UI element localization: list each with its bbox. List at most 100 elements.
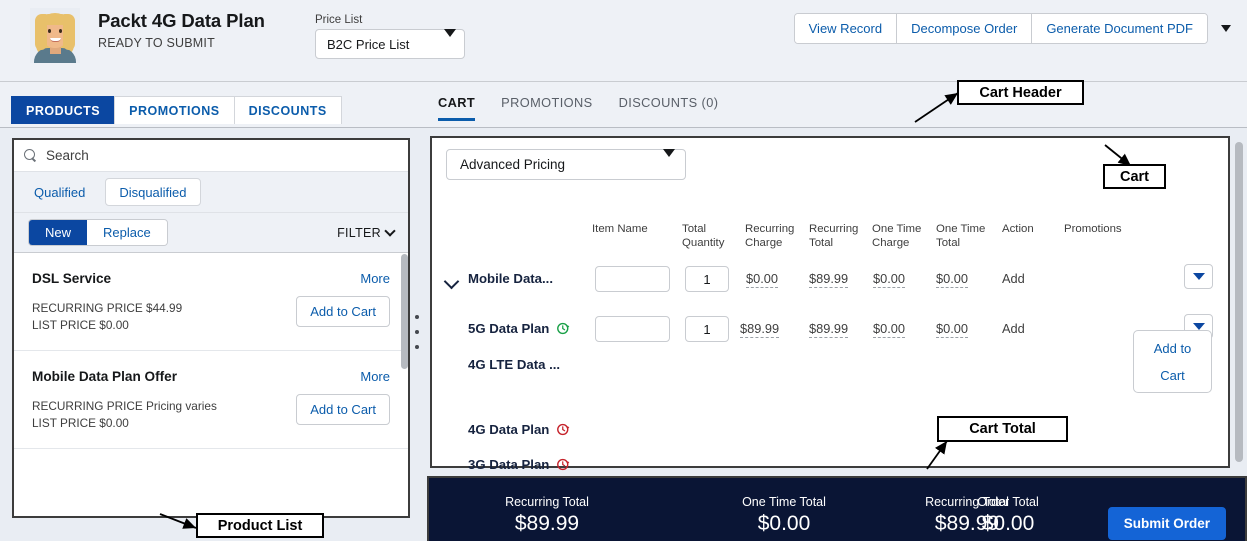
page-title: Packt 4G Data Plan <box>98 10 265 31</box>
cart-item-name: 5G Data Plan <box>468 321 571 336</box>
product-list-scrollbar[interactable] <box>401 254 408 369</box>
search-placeholder: Search <box>46 148 89 163</box>
list-item[interactable]: Mobile Data Plan Offer More RECURRING PR… <box>14 351 408 449</box>
recurring-green-icon <box>557 322 570 335</box>
qualification-filter-row: Qualified Disqualified <box>14 172 408 213</box>
column-header-recurring-total: Recurring Total <box>809 223 859 249</box>
price-list-field: Price List B2C Price List <box>315 14 465 59</box>
tab-products[interactable]: PRODUCTS <box>11 96 115 124</box>
header-action-buttons: View Record Decompose Order Generate Doc… <box>793 13 1208 44</box>
order-recurring-total: Recurring Total $89.99 <box>505 495 589 535</box>
row-action-label[interactable]: Add <box>1002 271 1025 286</box>
annotation-cart-total: Cart Total <box>937 416 1068 442</box>
order-total: Order Total $0.00 <box>977 495 1039 535</box>
item-name-input[interactable] <box>595 266 670 292</box>
cart-item-name: Mobile Data... <box>468 271 553 286</box>
one-time-charge-value[interactable]: $0.00 <box>873 271 906 288</box>
product-name: Mobile Data Plan Offer <box>32 369 178 384</box>
one-time-charge-value[interactable]: $0.00 <box>873 321 906 338</box>
generate-document-pdf-button[interactable]: Generate Document PDF <box>1032 14 1207 43</box>
cart-item-name: 4G LTE Data ... <box>468 357 561 372</box>
replace-button[interactable]: Replace <box>87 220 167 245</box>
cart-scrollbar[interactable] <box>1235 142 1243 462</box>
pricing-mode-select[interactable]: Advanced Pricing <box>446 149 686 180</box>
price-list-value: B2C Price List <box>327 36 410 52</box>
column-header-one-time-total: One Time Total <box>936 223 986 249</box>
tab-cart[interactable]: CART <box>438 95 476 121</box>
title-block: Packt 4G Data Plan READY TO SUBMIT <box>98 5 265 50</box>
disqualified-toggle[interactable]: Disqualified <box>105 178 201 206</box>
annotation-product-list: Product List <box>196 513 324 538</box>
column-header-recurring-charge: Recurring Charge <box>745 223 795 249</box>
recurring-total-value[interactable]: $89.99 <box>809 271 849 288</box>
tab-discounts-cart[interactable]: DISCOUNTS (0) <box>619 95 719 121</box>
product-list-price: LIST PRICE $0.00 <box>32 416 129 430</box>
annotation-cart: Cart <box>1103 164 1166 189</box>
recurring-charge-value[interactable]: $0.00 <box>746 271 779 288</box>
recurring-red-icon <box>557 423 570 436</box>
chevron-down-icon <box>1192 323 1205 330</box>
item-name-input[interactable] <box>595 316 670 342</box>
product-more-link[interactable]: More <box>360 271 390 286</box>
annotation-cart-header: Cart Header <box>957 80 1084 105</box>
product-list-price: LIST PRICE $0.00 <box>32 318 129 332</box>
tab-discounts-left[interactable]: DISCOUNTS <box>233 96 342 124</box>
product-recurring-price: RECURRING PRICE Pricing varies <box>32 399 217 413</box>
one-time-total: One Time Total $0.00 <box>742 495 826 535</box>
recurring-charge-value[interactable]: $89.99 <box>740 321 780 338</box>
add-to-cart-button[interactable]: Add to Cart <box>296 394 390 425</box>
order-capture-screen: Packt 4G Data Plan READY TO SUBMIT Price… <box>0 0 1247 541</box>
cart-panel-tabs: CART PROMOTIONS DISCOUNTS (0) <box>438 95 718 121</box>
add-to-cart-button[interactable]: Add to Cart <box>296 296 390 327</box>
one-time-total-value[interactable]: $0.00 <box>936 321 969 338</box>
chevron-down-icon <box>663 149 675 172</box>
row-action-label[interactable]: Add <box>1002 321 1025 336</box>
filter-button[interactable]: FILTER <box>337 224 396 240</box>
column-header-total-quantity: Total Quantity <box>682 223 725 249</box>
decompose-order-button[interactable]: Decompose Order <box>897 14 1033 43</box>
promotions-dropdown-button[interactable] <box>1184 264 1213 289</box>
chevron-down-icon <box>1221 25 1231 32</box>
mode-filter-row: New Replace FILTER <box>14 213 408 253</box>
product-recurring-price: RECURRING PRICE $44.99 <box>32 301 183 315</box>
qualified-toggle[interactable]: Qualified <box>28 185 91 200</box>
recurring-total-value[interactable]: $89.99 <box>809 321 849 338</box>
new-replace-segmented-control: New Replace <box>28 219 168 246</box>
column-header-one-time-charge: One Time Charge <box>872 223 922 249</box>
one-time-total-value[interactable]: $0.00 <box>936 271 969 288</box>
cart-add-to-cart-button[interactable]: Add to Cart <box>1133 330 1212 393</box>
header-more-actions-button[interactable] <box>1213 13 1239 44</box>
search-input[interactable]: Search <box>14 140 408 172</box>
pricing-mode-value: Advanced Pricing <box>460 157 566 172</box>
add-to-cart-line1: Add to <box>1153 340 1192 356</box>
product-prices: RECURRING PRICE Pricing varies LIST PRIC… <box>32 398 217 432</box>
cart-total-bar: Recurring Total $89.99 One Time Total $0… <box>427 476 1247 541</box>
product-panel-tabs: PRODUCTS PROMOTIONS DISCOUNTS <box>11 96 342 124</box>
quantity-input[interactable]: 1 <box>685 316 729 342</box>
chevron-down-icon <box>1192 273 1205 280</box>
record-header: Packt 4G Data Plan READY TO SUBMIT Price… <box>0 0 1247 82</box>
tab-promotions-cart[interactable]: PROMOTIONS <box>501 95 592 121</box>
product-list-panel: Search Qualified Disqualified New Replac… <box>12 138 410 518</box>
expand-row-icon[interactable] <box>443 273 460 290</box>
product-prices: RECURRING PRICE $44.99 LIST PRICE $0.00 <box>32 300 182 334</box>
price-list-select[interactable]: B2C Price List <box>315 28 465 59</box>
avatar <box>30 8 80 63</box>
filter-label: FILTER <box>337 225 381 240</box>
tab-promotions-left[interactable]: PROMOTIONS <box>114 96 234 124</box>
chevron-down-icon <box>444 28 456 52</box>
product-name: DSL Service <box>32 271 112 286</box>
column-header-item-name: Item Name <box>592 223 648 235</box>
product-list: DSL Service More RECURRING PRICE $44.99 … <box>14 253 408 449</box>
new-button[interactable]: New <box>29 220 88 245</box>
table-row[interactable]: Mobile Data... 1 $0.00 $89.99 $0.00 $0.0… <box>432 260 1228 310</box>
quantity-input[interactable]: 1 <box>685 266 729 292</box>
product-more-link[interactable]: More <box>360 369 390 384</box>
table-row[interactable]: 4G LTE Data ... <box>432 346 1228 396</box>
status-badge: READY TO SUBMIT <box>98 36 215 50</box>
panel-resize-handle[interactable] <box>414 315 420 349</box>
submit-order-button[interactable]: Submit Order <box>1107 507 1226 540</box>
recurring-red-icon <box>557 458 570 471</box>
view-record-button[interactable]: View Record <box>794 14 898 43</box>
list-item[interactable]: DSL Service More RECURRING PRICE $44.99 … <box>14 253 408 351</box>
